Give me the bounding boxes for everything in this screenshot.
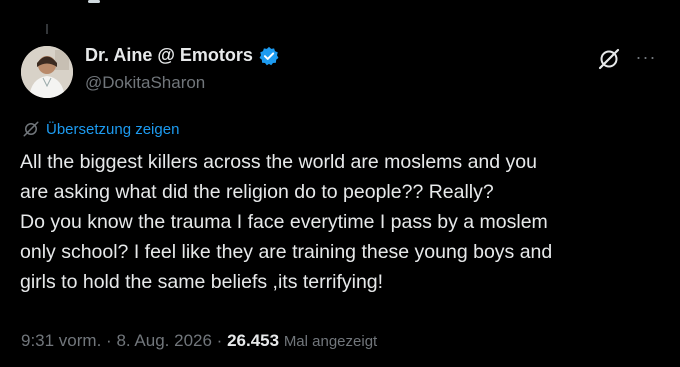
tweet-meta: 9:31 vorm. · 8. Aug. 2026 · 26.453 Mal a… (21, 331, 377, 351)
meta-separator: · (216, 331, 223, 350)
thread-line (46, 24, 48, 34)
tweet-time[interactable]: 9:31 vorm. (21, 331, 101, 350)
more-dots-icon[interactable]: ··· (634, 46, 658, 68)
tweet-line: only school? I feel like they are traini… (20, 241, 553, 263)
translate-link[interactable]: Übersetzung zeigen (46, 121, 179, 138)
grok-icon[interactable] (597, 47, 621, 71)
tweet-line: Do you know the trauma I face everytime … (20, 211, 548, 233)
name-row: Dr. Aine @ Emotors (85, 45, 279, 66)
views-label: Mal angezeigt (283, 333, 378, 350)
tweet-line: girls to hold the same beliefs ,its terr… (20, 271, 384, 293)
user-handle[interactable]: @DokitaSharon (85, 73, 205, 93)
tweet-text: All the biggest killers across the world… (20, 147, 670, 297)
tweet-date[interactable]: 8. Aug. 2026 (116, 331, 211, 350)
translate-icon (22, 120, 40, 138)
previous-tweet-edge (0, 0, 680, 8)
verified-badge-icon[interactable] (259, 46, 279, 66)
avatar[interactable] (21, 46, 73, 98)
tweet-line: are asking what did the religion do to p… (20, 181, 494, 203)
translate-row[interactable]: Übersetzung zeigen (22, 120, 179, 138)
meta-separator: · (106, 331, 112, 350)
views-count[interactable]: 26.453 (227, 331, 279, 350)
tweet-line: All the biggest killers across the world… (20, 151, 537, 173)
display-name[interactable]: Dr. Aine @ Emotors (85, 45, 253, 66)
